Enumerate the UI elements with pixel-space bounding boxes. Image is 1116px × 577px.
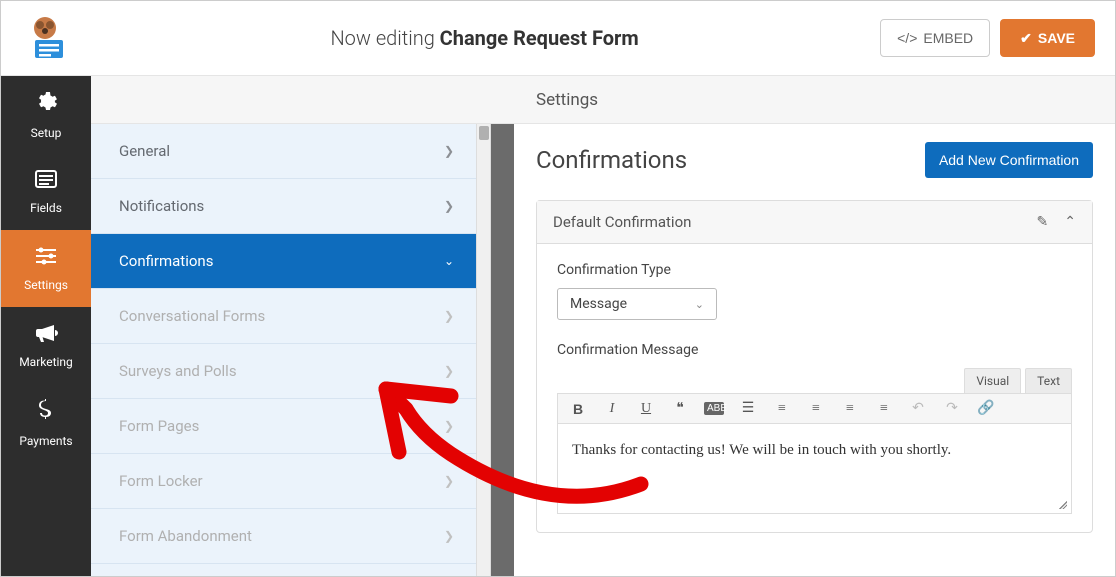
chevron-right-icon: ❯: [444, 529, 454, 543]
chevron-right-icon: ❯: [444, 474, 454, 488]
editor-body[interactable]: Thanks for contacting us! We will be in …: [557, 424, 1072, 514]
undo-button[interactable]: ↶: [908, 400, 928, 417]
quote-button[interactable]: ❝: [670, 400, 690, 417]
top-bar: Now editing Change Request Form </> EMBE…: [1, 1, 1115, 76]
italic-button[interactable]: I: [602, 401, 622, 417]
sidebar-scrollbar[interactable]: [476, 124, 490, 576]
bold-button[interactable]: B: [568, 401, 588, 417]
nav-settings[interactable]: Settings: [1, 230, 91, 307]
save-button[interactable]: ✔ SAVE: [1000, 19, 1095, 57]
scrollbar-thumb[interactable]: [479, 126, 489, 140]
chevron-down-icon: ⌄: [695, 298, 704, 311]
align-left-button[interactable]: ≡: [806, 401, 826, 417]
bullhorn-icon: [34, 323, 58, 349]
panel-title: Default Confirmation: [553, 213, 1021, 231]
sliders-icon: [34, 246, 58, 272]
embed-button[interactable]: </> EMBED: [880, 19, 990, 57]
editor-tab-text[interactable]: Text: [1025, 368, 1072, 393]
align-center-button[interactable]: ≡: [840, 401, 860, 417]
chevron-up-icon[interactable]: ⌃: [1064, 214, 1076, 230]
pencil-icon[interactable]: ✎: [1037, 214, 1049, 230]
resize-handle[interactable]: [1057, 499, 1069, 511]
default-confirmation-panel: Default Confirmation ✎ ⌃ Confirmation Ty…: [536, 200, 1093, 533]
sidebar-item-confirmations[interactable]: Confirmations ⌄: [91, 234, 490, 289]
chevron-right-icon: ❯: [444, 364, 454, 378]
nav-payments[interactable]: Payments: [1, 384, 91, 461]
align-right-button[interactable]: ≡: [874, 401, 894, 417]
chevron-right-icon: ❯: [444, 144, 454, 158]
nav-marketing[interactable]: Marketing: [1, 307, 91, 384]
dollar-icon: [38, 398, 54, 428]
page-title: Now editing Change Request Form: [89, 26, 880, 50]
sidebar-item-form-abandonment[interactable]: Form Abandonment ❯: [91, 509, 476, 564]
code-icon: </>: [897, 30, 917, 46]
confirmation-message-label: Confirmation Message: [557, 342, 1072, 358]
content-title: Confirmations: [536, 146, 687, 174]
wpforms-logo: [21, 14, 69, 62]
editor-toolbar: B I U ❝ ABE ☰ ≡ ≡ ≡ ≡ ↶ ↷ 🔗: [557, 393, 1072, 424]
underline-button[interactable]: U: [636, 401, 656, 417]
abc-button[interactable]: ABE: [704, 402, 724, 415]
nav-setup[interactable]: Setup: [1, 76, 91, 153]
editor-tab-visual[interactable]: Visual: [964, 368, 1021, 393]
check-icon: ✔: [1020, 30, 1032, 47]
sidebar-item-form-pages[interactable]: Form Pages ❯: [91, 399, 476, 454]
chevron-down-icon: ⌄: [444, 254, 454, 268]
settings-sidebar: General ❯ Notifications ❯ Confirmations …: [91, 124, 491, 576]
add-confirmation-button[interactable]: Add New Confirmation: [925, 142, 1093, 178]
sidebar-item-surveys-polls[interactable]: Surveys and Polls ❯: [91, 344, 476, 399]
chevron-right-icon: ❯: [444, 199, 454, 213]
confirmation-type-label: Confirmation Type: [557, 262, 1072, 278]
chevron-right-icon: ❯: [444, 419, 454, 433]
chevron-right-icon: ❯: [444, 309, 454, 323]
gear-icon: [34, 90, 58, 120]
list-icon: [34, 169, 58, 195]
redo-button[interactable]: ↷: [942, 400, 962, 417]
left-nav: Setup Fields Settings Marketing Payments: [1, 76, 91, 576]
link-button[interactable]: 🔗: [976, 400, 996, 417]
sidebar-item-conversational-forms[interactable]: Conversational Forms ❯: [91, 289, 476, 344]
confirmation-type-select[interactable]: Message ⌄: [557, 288, 717, 320]
number-list-button[interactable]: ≡: [772, 401, 792, 417]
bullet-list-button[interactable]: ☰: [738, 400, 758, 417]
nav-fields[interactable]: Fields: [1, 153, 91, 230]
sidebar-item-form-locker[interactable]: Form Locker ❯: [91, 454, 476, 509]
divider: [491, 124, 514, 576]
breadcrumb: Settings: [514, 76, 1115, 124]
sidebar-item-notifications[interactable]: Notifications ❯: [91, 179, 476, 234]
sidebar-item-general[interactable]: General ❯: [91, 124, 476, 179]
